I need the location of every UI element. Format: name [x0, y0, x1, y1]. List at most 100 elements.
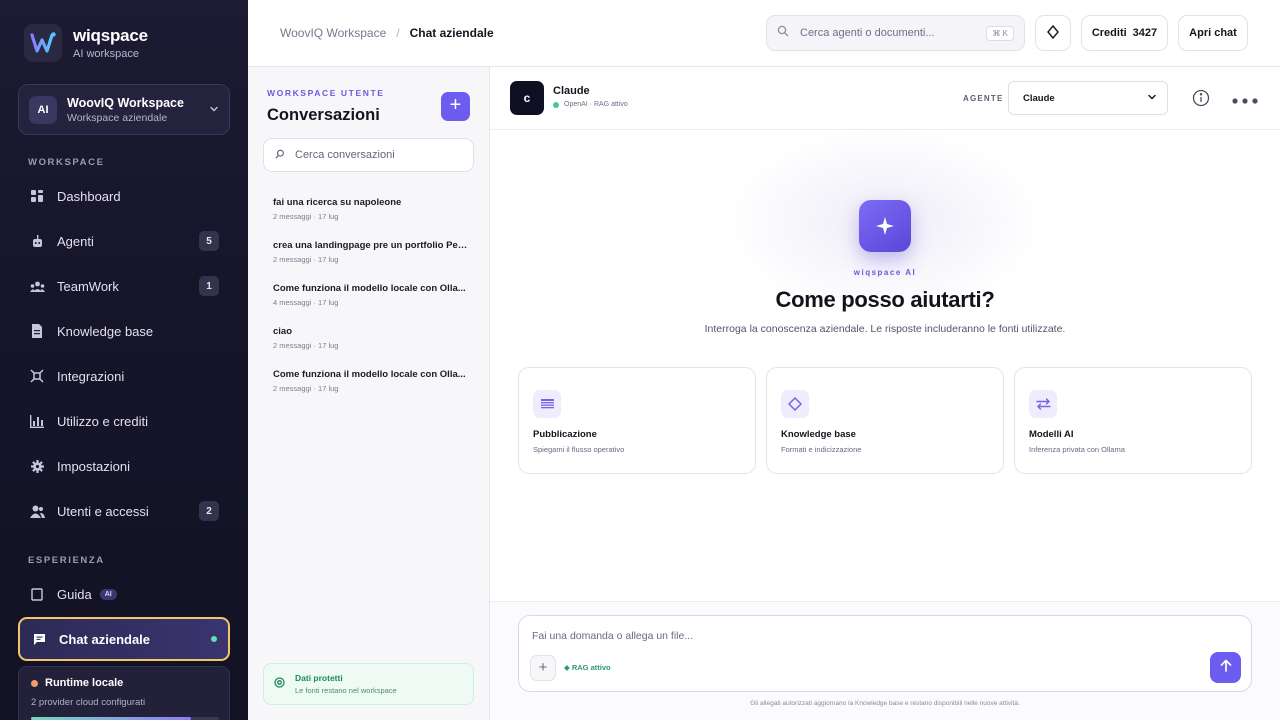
sidebar-item-agenti[interactable]: Agenti 5 — [18, 221, 230, 261]
ai-chip: AI — [99, 588, 117, 600]
conversation-meta: 2 messaggi · 17 lug — [273, 384, 339, 393]
sidebar-item-label: TeamWork — [57, 278, 119, 294]
runtime-title: Runtime locale — [45, 677, 124, 689]
breadcrumb-workspace[interactable]: WoovIQ Workspace — [280, 26, 386, 40]
plus-icon: + — [538, 659, 548, 676]
agent-select[interactable]: Claude — [1008, 81, 1168, 115]
users-icon — [29, 503, 45, 519]
breadcrumb-current: Chat aziendale — [409, 26, 494, 40]
sidebar-item-label: Dashboard — [57, 188, 121, 204]
arrow-up-icon — [1220, 659, 1232, 677]
document-icon — [29, 323, 45, 339]
sidebar-item-teamwork[interactable]: TeamWork 1 — [18, 266, 230, 306]
conversation-meta: 4 messaggi · 17 lug — [273, 298, 339, 307]
suggestion-card-modelli-ai[interactable]: Modelli AI Inferenza privata con Ollama — [1014, 367, 1252, 474]
conversation-meta: 2 messaggi · 17 lug — [273, 341, 339, 350]
sidebar-item-chat-aziendale[interactable]: Chat aziendale — [18, 617, 230, 661]
message-composer[interactable]: Fai una domanda o allega un file... + ◆ … — [518, 615, 1252, 692]
conversation-item[interactable]: ciao 2 messaggi · 17 lug — [273, 326, 468, 350]
count-badge: 2 — [199, 501, 219, 521]
count-badge: 5 — [199, 231, 219, 251]
sidebar-item-utenti[interactable]: Utenti e accessi 2 — [18, 491, 230, 531]
conversation-title: ciao — [273, 326, 293, 337]
sidebar-item-utilizzo[interactable]: Utilizzo e crediti — [18, 401, 230, 441]
card-title: Knowledge base — [781, 429, 856, 440]
conversation-meta: 2 messaggi · 17 lug — [273, 255, 339, 264]
bot-icon — [29, 233, 45, 249]
gear-icon — [29, 458, 45, 474]
book-icon — [29, 586, 45, 602]
bar-chart-icon — [29, 413, 45, 429]
brand-subtitle: AI workspace — [73, 48, 140, 60]
plus-icon: + — [449, 94, 462, 116]
card-subtitle: Spiegami il flusso operativo — [533, 445, 625, 454]
attach-button[interactable]: + — [530, 655, 556, 681]
status-dot — [31, 679, 38, 687]
workspace-switcher[interactable]: AI WoovIQ Workspace Workspace aziendale — [18, 84, 230, 135]
diamond-button[interactable] — [1035, 15, 1071, 51]
sidebar-item-label: Integrazioni — [57, 368, 125, 384]
sidebar-item-knowledge-base[interactable]: Knowledge base — [18, 311, 230, 351]
more-options-icon[interactable] — [1232, 89, 1258, 107]
status-dot — [553, 101, 559, 108]
notice-title: Dati protetti — [295, 673, 343, 683]
sidebar-item-label: Utilizzo e crediti — [57, 413, 149, 429]
info-icon[interactable] — [1192, 89, 1210, 107]
chat-icon — [31, 631, 47, 647]
sparkle-icon — [859, 200, 911, 252]
credits-button[interactable]: Crediti 3427 — [1081, 15, 1168, 51]
chevron-down-icon — [209, 103, 219, 117]
list-icon — [533, 390, 561, 418]
team-icon — [29, 278, 45, 294]
rag-status-chip: ◆ RAG attivo — [564, 663, 611, 672]
conversation-item[interactable]: Come funziona il modello locale con Olla… — [273, 369, 468, 393]
runtime-status-card[interactable]: Runtime locale 2 provider cloud configur… — [18, 666, 230, 720]
conversation-title: Come funziona il modello locale con Olla… — [273, 283, 466, 294]
chevron-down-icon — [1147, 92, 1157, 105]
card-title: Modelli AI — [1029, 429, 1074, 440]
new-conversation-button[interactable]: + — [441, 92, 470, 121]
top-header: WoovIQ Workspace / Chat aziendale Cerca … — [248, 0, 1280, 67]
conversation-item[interactable]: Come funziona il modello locale con Olla… — [273, 283, 468, 307]
conversation-search-input[interactable]: Cerca conversazioni — [263, 138, 474, 172]
card-subtitle: Formati e indicizzazione — [781, 445, 862, 454]
conversation-title: fai una ricerca su napoleone — [273, 197, 402, 208]
shortcut-hint: ⌘ K — [986, 25, 1014, 41]
chat-area: c Claude OpenAI · RAG attivo AGENTE Clau… — [490, 67, 1280, 720]
message-input[interactable]: Fai una domanda o allega un file... — [532, 630, 693, 642]
conversation-title: Come funziona il modello locale con Olla… — [273, 369, 466, 380]
section-label-workspace: WORKSPACE — [28, 157, 105, 168]
swap-icon — [1029, 390, 1057, 418]
conversation-meta: 2 messaggi · 17 lug — [273, 212, 339, 221]
card-subtitle: Inferenza privata con Ollama — [1029, 445, 1125, 454]
brand[interactable]: wiqspace AI workspace — [24, 24, 148, 62]
conversation-item[interactable]: fai una ricerca su napoleone 2 messaggi … — [273, 197, 468, 221]
sidebar-item-label: Chat aziendale — [59, 631, 151, 647]
search-icon — [777, 24, 789, 42]
diamond-icon — [781, 390, 809, 418]
agent-status-text: OpenAI · RAG attivo — [564, 101, 628, 108]
agent-select-value: Claude — [1023, 92, 1055, 104]
workspace-avatar: AI — [29, 95, 57, 124]
sidebar-item-guida[interactable]: Guida AI — [18, 574, 230, 614]
plug-icon — [29, 368, 45, 384]
agent-select-label: AGENTE — [963, 94, 1004, 103]
sidebar-item-integrazioni[interactable]: Integrazioni — [18, 356, 230, 396]
sidebar-item-label: Agenti — [57, 233, 94, 249]
grid-icon — [29, 188, 45, 204]
sidebar-item-dashboard[interactable]: Dashboard — [18, 176, 230, 216]
search-placeholder: Cerca agenti o documenti... — [800, 27, 935, 39]
conversation-item[interactable]: crea una landingpage pre un portfolio Pe… — [273, 240, 468, 264]
notice-subtitle: Le fonti restano nel workspace — [295, 686, 397, 695]
suggestion-card-knowledge-base[interactable]: Knowledge base Formati e indicizzazione — [766, 367, 1004, 474]
sidebar-item-impostazioni[interactable]: Impostazioni — [18, 446, 230, 486]
global-search-input[interactable]: Cerca agenti o documenti... ⌘ K — [766, 15, 1025, 51]
send-button[interactable] — [1210, 652, 1241, 683]
open-chat-button[interactable]: Apri chat — [1178, 15, 1248, 51]
brand-logo-icon — [24, 24, 62, 62]
composer-area: Fai una domanda o allega un file... + ◆ … — [490, 601, 1280, 720]
breadcrumb-separator: / — [396, 26, 400, 40]
agent-status: OpenAI · RAG attivo — [553, 101, 628, 108]
chat-header: c Claude OpenAI · RAG attivo AGENTE Clau… — [490, 67, 1280, 130]
suggestion-card-pubblicazione[interactable]: Pubblicazione Spiegami il flusso operati… — [518, 367, 756, 474]
